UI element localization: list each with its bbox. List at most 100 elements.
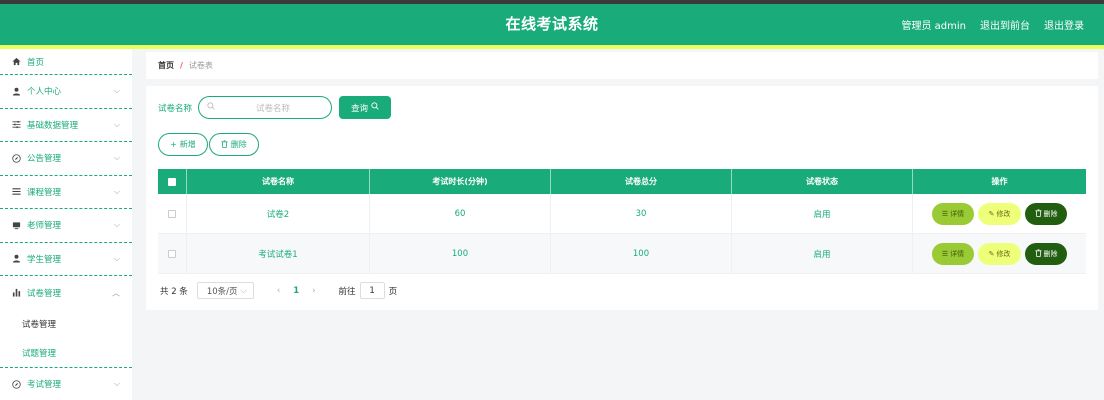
cell-paper-name: 考试试卷1 bbox=[187, 234, 370, 273]
pencil-icon: ✎ bbox=[988, 209, 995, 218]
edit-label: 修改 bbox=[996, 249, 1011, 258]
breadcrumb-current: 试卷表 bbox=[188, 61, 213, 70]
detail-label: 详情 bbox=[950, 249, 965, 258]
sidebar-item-exam[interactable]: 考试管理 ⌵ bbox=[0, 368, 132, 400]
row-checkbox[interactable] bbox=[168, 249, 176, 258]
sidebar-item-label: 首页 bbox=[27, 57, 45, 68]
trash-icon bbox=[1034, 208, 1042, 219]
main-panel: 试卷名称 试卷名称 查询 + 新增 删除 试卷名称 考试时长(分钟) 试卷总分 … bbox=[146, 86, 1098, 310]
column-header[interactable]: 试卷状态 bbox=[732, 169, 913, 194]
next-page-button[interactable]: › bbox=[312, 286, 315, 296]
add-button-label: 新增 bbox=[179, 140, 196, 149]
select-all-checkbox[interactable] bbox=[168, 177, 176, 186]
delete-button[interactable]: 删除 bbox=[1025, 242, 1067, 265]
column-header[interactable]: 考试时长(分钟) bbox=[370, 169, 551, 194]
document-icon: ☰ bbox=[941, 249, 949, 258]
goto-page-input[interactable]: 1 bbox=[359, 282, 385, 299]
table-row: 试卷2 60 30 启用 ☰ 详情 ✎ 修改 删除 bbox=[158, 194, 1086, 234]
back-to-frontend-link[interactable]: 退出到前台 bbox=[980, 17, 1030, 32]
trash-icon bbox=[221, 139, 228, 150]
table-row: 考试试卷1 100 100 启用 ☰ 详情 ✎ 修改 删除 bbox=[158, 234, 1086, 274]
detail-label: 详情 bbox=[950, 209, 965, 218]
sidebar-item-label: 试卷管理 bbox=[27, 288, 62, 299]
header-accent-line bbox=[0, 45, 1104, 49]
bar-chart-icon bbox=[12, 288, 21, 297]
search-bar: 试卷名称 试卷名称 查询 bbox=[158, 96, 392, 119]
sidebar-item-student[interactable]: 学生管理 ⌵ bbox=[0, 243, 132, 276]
sidebar-item-home[interactable]: 首页 bbox=[0, 49, 132, 75]
compass-icon bbox=[12, 154, 21, 163]
search-input[interactable]: 试卷名称 bbox=[198, 96, 333, 119]
edit-button[interactable]: ✎ 修改 bbox=[978, 202, 1021, 225]
search-button[interactable]: 查询 bbox=[339, 96, 392, 119]
sidebar-subitem-question-manage[interactable]: 试题管理 bbox=[0, 338, 132, 368]
chevron-down-icon: ⌵ bbox=[113, 379, 120, 389]
table-header: 试卷名称 考试时长(分钟) 试卷总分 试卷状态 操作 bbox=[158, 169, 1086, 194]
column-header: 操作 bbox=[991, 177, 1008, 186]
breadcrumb-home[interactable]: 首页 bbox=[158, 60, 174, 71]
cell-duration: 100 bbox=[370, 234, 551, 273]
sidebar-item-basic-data[interactable]: 基础数据管理 ⌵ bbox=[0, 109, 132, 142]
chevron-down-icon: ⌵ bbox=[113, 153, 120, 163]
chevron-down-icon: ⌵ bbox=[113, 86, 120, 96]
sidebar-item-course[interactable]: 课程管理 ⌵ bbox=[0, 176, 132, 209]
edit-label: 修改 bbox=[996, 209, 1011, 218]
goto-suffix: 页 bbox=[388, 286, 398, 297]
row-checkbox[interactable] bbox=[168, 209, 176, 218]
sidebar-item-label: 课程管理 bbox=[27, 187, 62, 198]
sidebar-subitem-paper-manage[interactable]: 试卷管理 bbox=[0, 309, 132, 339]
delete-label: 删除 bbox=[1043, 249, 1058, 258]
header-nav: 管理员 admin 退出到前台 退出登录 bbox=[901, 4, 1084, 45]
sidebar-item-label: 学生管理 bbox=[27, 254, 62, 265]
prev-page-button[interactable]: ‹ bbox=[277, 286, 280, 296]
logout-link[interactable]: 退出登录 bbox=[1044, 17, 1084, 32]
pagination: 共 2 条 10条/页 ⌵ ‹ 1 › 前往 1 页 bbox=[160, 282, 397, 299]
person-icon bbox=[12, 254, 21, 263]
sidebar-item-label: 老师管理 bbox=[27, 221, 62, 232]
edit-button[interactable]: ✎ 修改 bbox=[978, 242, 1021, 265]
page-size-select[interactable]: 10条/页 ⌵ bbox=[196, 282, 254, 299]
sidebar-item-personal[interactable]: 个人中心 ⌵ bbox=[0, 75, 132, 109]
search-button-label: 查询 bbox=[351, 103, 369, 114]
admin-user-label[interactable]: 管理员 admin bbox=[901, 17, 966, 32]
add-button[interactable]: + 新增 bbox=[158, 133, 208, 156]
batch-delete-label: 删除 bbox=[230, 140, 247, 149]
goto-prefix: 前往 bbox=[338, 286, 356, 297]
cell-status: 启用 bbox=[732, 234, 913, 273]
cell-score: 100 bbox=[551, 234, 732, 273]
list-icon bbox=[12, 187, 21, 196]
row-actions: ☰ 详情 ✎ 修改 删除 bbox=[932, 202, 1067, 225]
detail-button[interactable]: ☰ 详情 bbox=[932, 202, 974, 225]
sidebar-item-notice[interactable]: 公告管理 ⌵ bbox=[0, 142, 132, 176]
sidebar-item-label: 考试管理 bbox=[27, 380, 62, 391]
page-number[interactable]: 1 bbox=[293, 286, 299, 296]
breadcrumb-separator: / bbox=[180, 61, 183, 70]
sidebar-item-teacher[interactable]: 老师管理 ⌵ bbox=[0, 209, 132, 243]
pencil-icon: ✎ bbox=[988, 249, 995, 258]
compass-icon bbox=[12, 380, 21, 389]
search-placeholder: 试卷名称 bbox=[256, 103, 291, 114]
chevron-up-icon: ︿ bbox=[112, 288, 120, 298]
delete-button[interactable]: 删除 bbox=[1025, 202, 1067, 225]
search-icon bbox=[207, 102, 215, 113]
delete-label: 删除 bbox=[1043, 209, 1058, 218]
cell-duration: 60 bbox=[370, 194, 551, 233]
cell-score: 30 bbox=[551, 194, 732, 233]
chevron-down-icon: ⌵ bbox=[113, 186, 120, 196]
home-icon bbox=[12, 57, 21, 66]
column-header[interactable]: 试卷名称 bbox=[187, 169, 370, 194]
chevron-down-icon: ⌵ bbox=[113, 253, 120, 263]
app-header: 在线考试系统 管理员 admin 退出到前台 退出登录 bbox=[0, 4, 1104, 45]
page-size-value: 10条/页 bbox=[206, 286, 238, 297]
column-header[interactable]: 试卷总分 bbox=[551, 169, 732, 194]
person-icon bbox=[12, 87, 21, 96]
sidebar-item-paper[interactable]: 试卷管理 ︿ bbox=[0, 276, 132, 310]
cell-status: 启用 bbox=[732, 194, 913, 233]
pagination-total: 共 2 条 bbox=[160, 286, 188, 297]
chevron-down-icon: ⌵ bbox=[240, 285, 247, 296]
batch-delete-button[interactable]: 删除 bbox=[208, 133, 259, 156]
detail-button[interactable]: ☰ 详情 bbox=[932, 242, 974, 265]
goto-page: 前往 1 页 bbox=[338, 282, 398, 299]
cell-paper-name: 试卷2 bbox=[187, 194, 370, 233]
sliders-icon bbox=[12, 120, 21, 129]
